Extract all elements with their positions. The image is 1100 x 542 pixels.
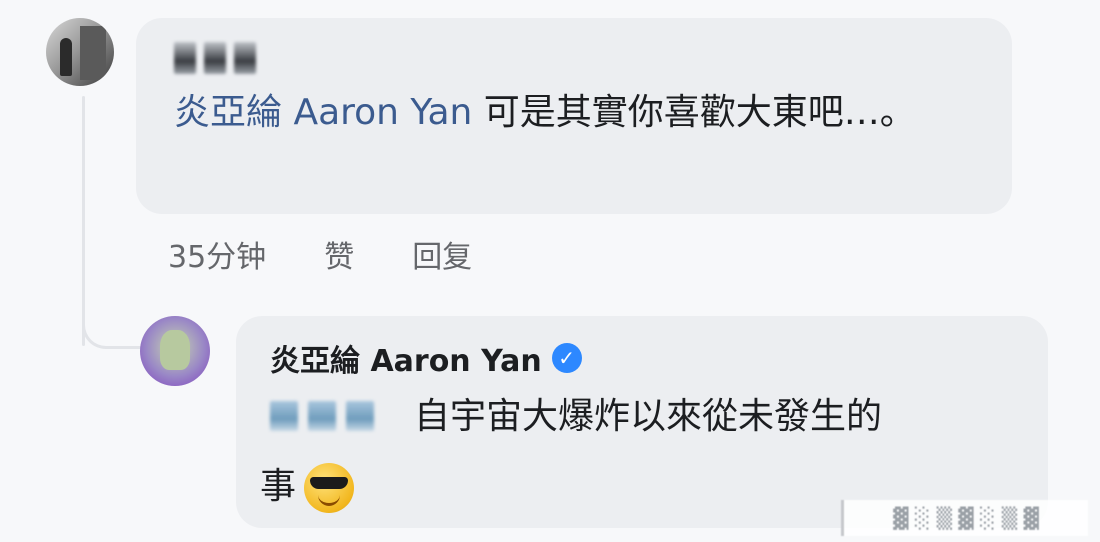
blur-block <box>346 401 374 431</box>
emoji-smile <box>318 493 341 506</box>
comment-timestamp[interactable]: 35分钟 <box>168 232 266 276</box>
sunglasses-emoji-icon <box>304 463 355 513</box>
like-button[interactable]: 赞 <box>324 232 354 276</box>
blur-block <box>204 42 226 74</box>
avatar-photo-face <box>160 330 190 370</box>
comment-actions: 35分钟 赞 回复 <box>168 232 472 276</box>
mention-link[interactable]: 炎亞綸 Aaron Yan <box>174 92 472 133</box>
commenter-name-blurred[interactable] <box>174 38 284 78</box>
watermark: ▓ ░ ▒ ▓ ░ ▒ ▓ <box>841 500 1088 536</box>
watermark-glyphs: ▓ ░ ▒ ▓ ░ ▒ ▓ <box>893 506 1039 530</box>
reply-author-name[interactable]: 炎亞綸 Aaron Yan <box>270 336 542 380</box>
thread-connector <box>82 300 141 349</box>
reply-author-avatar[interactable] <box>140 316 210 386</box>
blur-block <box>308 401 336 431</box>
reply-text-line2: 事 <box>260 458 355 516</box>
reply-button[interactable]: 回复 <box>412 232 472 276</box>
reply-author[interactable]: 炎亞綸 Aaron Yan ✓ <box>270 336 582 380</box>
verified-badge-icon: ✓ <box>551 343 582 373</box>
blur-block <box>234 42 256 74</box>
reply-body-end: 事 <box>260 466 297 507</box>
emoji-glasses <box>310 477 349 489</box>
blur-block <box>174 42 196 74</box>
mention-blurred[interactable] <box>270 394 390 438</box>
blur-block <box>270 401 298 431</box>
avatar-photo-figure <box>60 38 72 76</box>
comment-text: 炎亞綸 Aaron Yan 可是其實你喜歡大東吧…。 <box>174 84 994 142</box>
commenter-avatar[interactable] <box>46 18 114 86</box>
comment-body: 可是其實你喜歡大東吧…。 <box>472 92 916 133</box>
reply-text-line1: 自宇宙大爆炸以來從未發生的 <box>414 396 883 437</box>
avatar-photo-background <box>80 26 106 80</box>
